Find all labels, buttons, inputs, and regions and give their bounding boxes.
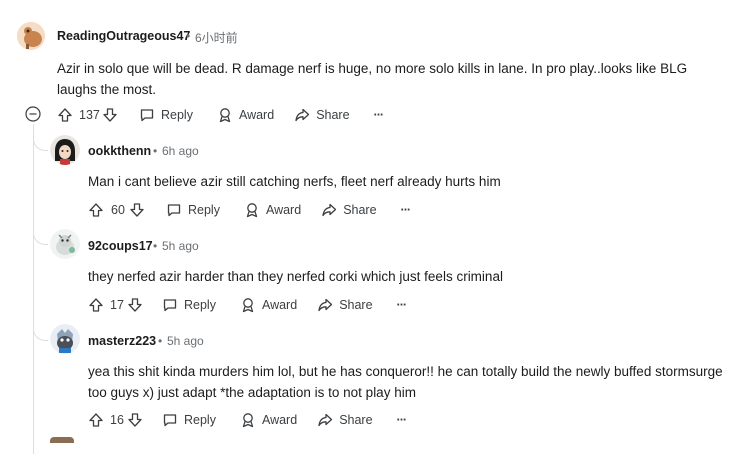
thread-branch <box>33 222 48 245</box>
upvote-arrow-icon <box>89 413 103 427</box>
avatar[interactable] <box>50 229 80 259</box>
comment-actions: 137 Reply Award Share ··· <box>57 104 384 126</box>
more-options-button[interactable]: ··· <box>397 413 407 427</box>
meta-separator: • <box>158 334 163 348</box>
comment-body: Man i cant believe azir still catching n… <box>88 174 501 189</box>
share-label: Share <box>316 108 350 122</box>
chat-bubble-icon <box>163 299 177 312</box>
reply-label: Reply <box>188 203 220 217</box>
share-arrow-icon <box>318 298 333 312</box>
vote-count: 137 <box>79 108 100 122</box>
comment-timestamp[interactable]: 5h ago <box>167 334 204 348</box>
award-ribbon-icon <box>242 413 254 428</box>
more-options-icon: ··· <box>396 413 407 427</box>
upvote-arrow-icon <box>89 203 103 217</box>
chat-bubble-icon <box>167 204 181 217</box>
comment-body: yea this shit kinda murders him lol, but… <box>88 364 723 400</box>
share-button[interactable]: Share <box>317 297 373 313</box>
downvote-button[interactable] <box>124 297 146 313</box>
award-label: Award <box>261 413 298 427</box>
share-label: Share <box>339 413 373 427</box>
award-button[interactable]: Award <box>217 107 274 123</box>
comment-author[interactable]: ookkthenn <box>88 144 151 158</box>
award-button[interactable]: Award <box>240 297 297 313</box>
comment-author[interactable]: 92coups17 <box>88 239 153 253</box>
vote-count: 17 <box>110 298 124 312</box>
share-arrow-icon <box>295 108 310 122</box>
downvote-arrow-icon <box>103 108 117 122</box>
downvote-arrow-icon <box>128 298 142 312</box>
thread-branch <box>33 318 48 341</box>
reply-label: Reply <box>184 298 216 312</box>
thread-branch <box>33 128 48 151</box>
reply-label: Reply <box>161 108 193 122</box>
share-arrow-icon <box>318 413 333 427</box>
reply-label: Reply <box>184 413 216 427</box>
comment-body: Azir in solo que will be dead. R damage … <box>57 61 688 97</box>
reply-button[interactable]: Reply <box>166 202 220 218</box>
downvote-arrow-icon <box>128 413 142 427</box>
share-label: Share <box>343 203 377 217</box>
downvote-button[interactable] <box>99 107 121 123</box>
vote-count: 60 <box>111 203 125 217</box>
meta-separator: • <box>186 29 191 43</box>
reply-button[interactable]: Reply <box>162 412 216 428</box>
meta-separator: • <box>153 239 158 253</box>
comment-author[interactable]: ReadingOutrageous47 <box>57 29 190 43</box>
more-options-button[interactable]: ··· <box>374 108 384 122</box>
chat-bubble-icon <box>140 109 154 122</box>
award-label: Award <box>238 108 275 122</box>
avatar[interactable] <box>50 135 80 165</box>
avatar[interactable] <box>50 437 74 443</box>
upvote-button[interactable] <box>88 412 110 428</box>
downvote-button[interactable] <box>126 202 148 218</box>
award-button[interactable]: Award <box>240 412 297 428</box>
share-button[interactable]: Share <box>294 107 350 123</box>
comment-timestamp[interactable]: 5h ago <box>162 239 199 253</box>
meta-separator: • <box>153 144 158 158</box>
reply-button[interactable]: Reply <box>139 107 193 123</box>
award-ribbon-icon <box>242 298 254 313</box>
award-ribbon-icon <box>219 108 231 123</box>
downvote-arrow-icon <box>130 203 144 217</box>
share-button[interactable]: Share <box>321 202 377 218</box>
award-label: Award <box>265 203 302 217</box>
share-arrow-icon <box>322 203 337 217</box>
share-button[interactable]: Share <box>317 412 373 428</box>
minus-circle-icon <box>25 106 41 122</box>
comment-actions: 17 Reply Award Share ··· <box>88 294 407 316</box>
upvote-arrow-icon <box>58 108 72 122</box>
vote-count: 16 <box>110 413 124 427</box>
downvote-button[interactable] <box>124 412 146 428</box>
comment-author[interactable]: masterz223 <box>88 334 156 348</box>
reply-button[interactable]: Reply <box>162 297 216 313</box>
chat-bubble-icon <box>163 414 177 427</box>
award-label: Award <box>261 298 298 312</box>
upvote-button[interactable] <box>88 297 110 313</box>
more-options-icon: ··· <box>400 203 411 217</box>
upvote-arrow-icon <box>89 298 103 312</box>
more-options-icon: ··· <box>396 298 407 312</box>
comment-timestamp[interactable]: 6小时前 <box>195 29 238 46</box>
comment-body: they nerfed azir harder than they nerfed… <box>88 269 503 284</box>
comment-actions: 16 Reply Award Share ··· <box>88 409 407 431</box>
more-options-button[interactable]: ··· <box>397 298 407 312</box>
collapse-thread-button[interactable] <box>25 106 41 122</box>
thread-line <box>33 124 34 454</box>
award-button[interactable]: Award <box>244 202 301 218</box>
comment-actions: 60 Reply Award Share ··· <box>88 199 411 221</box>
upvote-button[interactable] <box>57 107 79 123</box>
award-ribbon-icon <box>246 203 258 218</box>
share-label: Share <box>339 298 373 312</box>
avatar[interactable] <box>50 324 80 354</box>
more-options-icon: ··· <box>373 108 384 122</box>
comment-timestamp[interactable]: 6h ago <box>162 144 199 158</box>
more-options-button[interactable]: ··· <box>401 203 411 217</box>
upvote-button[interactable] <box>88 202 110 218</box>
avatar[interactable] <box>17 22 45 50</box>
